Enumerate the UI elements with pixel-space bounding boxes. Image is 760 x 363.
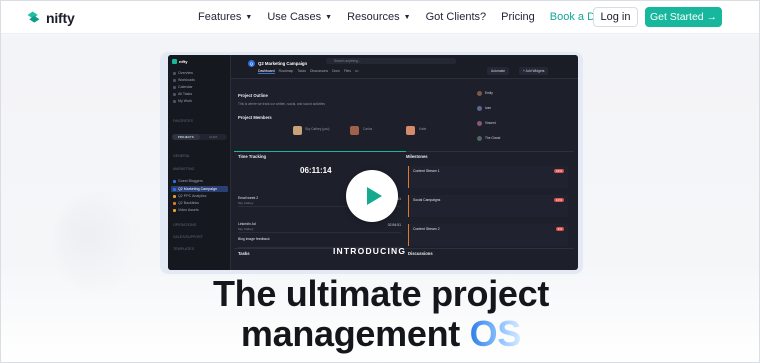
nifty-logo-icon (27, 11, 40, 23)
tasks-widget-title: Tasks (238, 251, 250, 256)
app-sidebar: nifty Overview Workloads Calendar All Ta… (168, 55, 231, 270)
activity-avatar (477, 91, 482, 96)
app-brand: nifty (172, 59, 187, 64)
timer-display: 06:11:14 (300, 166, 332, 175)
top-navbar: nifty Features ▼ Use Cases ▼ Resources ▼… (1, 1, 759, 34)
get-started-button[interactable]: Get Started → (645, 7, 722, 27)
member-name: Katie (419, 127, 427, 131)
app-nav-my-work: My Work (173, 99, 192, 103)
chevron-down-icon: ▼ (403, 13, 411, 21)
project-q2-marketing: Q2 Marketing Campaign (171, 186, 228, 192)
login-button[interactable]: Log in (593, 7, 638, 27)
product-video-card[interactable]: nifty Overview Workloads Calendar All Ta… (160, 52, 583, 274)
activity-name: Ivan (485, 106, 492, 110)
members-title: Project Members (238, 115, 272, 120)
nav-pricing[interactable]: Pricing (501, 11, 535, 23)
hero-headline-line1: The ultimate project (212, 273, 550, 314)
app-tabs: Dashboard Roadmap Tasks Discussions Docs File… (258, 69, 359, 74)
project-guest-bloggers: Guest Bloggers (173, 179, 203, 183)
milestone-card: Content Stream 1 16% (408, 166, 568, 188)
nav-features[interactable]: Features ▼ (198, 11, 252, 23)
activity-avatar (477, 121, 482, 126)
project-q2-ppc: Q2 PPC Analytics (173, 194, 206, 198)
marketing-label: MARKETING (173, 167, 195, 171)
hero-headline-line2: management OS (1, 313, 759, 354)
outline-text: This is where we track our written, soci… (238, 102, 325, 106)
brand-logo[interactable]: nifty (25, 9, 75, 26)
templates-label: TEMPLATES (173, 247, 195, 251)
project-q2-backlinks: Q2 Backlinks (173, 201, 199, 205)
general-label: GENERAL (173, 154, 191, 158)
hero-headline-accent: OS (469, 313, 522, 354)
app-project-title: Q Q2 Marketing Campaign (248, 60, 307, 67)
member-avatar (350, 126, 359, 135)
video-overlay-label: INTRODUCING (333, 246, 407, 256)
chevron-down-icon: ▼ (245, 13, 253, 21)
app-nav-calendar: Calendar (173, 85, 193, 89)
nav-features-label: Features (198, 11, 242, 23)
app-nav-overview: Overview (173, 71, 193, 75)
nav-got-clients[interactable]: Got Clients? (426, 11, 487, 23)
member-avatar (406, 126, 415, 135)
projects-chat-toggle: PROJECTS CHAT (172, 134, 227, 140)
activity-name: The Grand (485, 136, 501, 140)
milestone-card: Social Campaigns 10% (408, 195, 568, 217)
time-tracking-title: Time Tracking (238, 154, 267, 159)
project-video-assets: Video Assets (173, 208, 199, 212)
member-name: Sky Cathey (you) (305, 127, 330, 131)
play-icon (366, 187, 382, 205)
activity-avatar (477, 106, 482, 111)
member-name: Carlos (363, 127, 373, 131)
nav-use-cases-label: Use Cases (267, 11, 322, 23)
operations-label: OPERATIONS (173, 223, 197, 227)
app-search: Search anything... (326, 58, 456, 64)
hero-headline-prefix: management (240, 313, 470, 354)
brand-name: nifty (46, 9, 75, 26)
app-nav-all-tasks: All Tasks (173, 92, 192, 96)
activity-name: Emily (485, 91, 493, 95)
outline-title: Project Outline (238, 93, 268, 98)
nav-use-cases[interactable]: Use Cases ▼ (267, 11, 332, 23)
nav-links: Features ▼ Use Cases ▼ Resources ▼ Got C… (198, 11, 631, 23)
time-entry: LinkedIn Ad Sky Cathey 02:54:51 (238, 222, 401, 233)
discussions-widget-title: Discussions (408, 251, 433, 256)
activity-name: Vincent (485, 121, 496, 125)
milestones-title: Milestones (406, 154, 428, 159)
app-screenshot: nifty Overview Workloads Calendar All Ta… (168, 55, 578, 270)
app-automate-button: Automate (487, 67, 510, 75)
favorites-label: FAVORITES (173, 119, 193, 123)
page-frame: nifty Features ▼ Use Cases ▼ Resources ▼… (0, 0, 760, 363)
chevron-down-icon: ▼ (325, 13, 333, 21)
app-add-widgets-button: + Add Widgets (519, 67, 549, 75)
app-topbar: Q Q2 Marketing Campaign Search anything..… (231, 55, 578, 79)
sales-support-label: SALES/SUPPORT (173, 235, 203, 239)
app-nav-workloads: Workloads (173, 78, 195, 82)
nav-resources[interactable]: Resources ▼ (347, 11, 411, 23)
activity-avatar (477, 136, 482, 141)
milestone-card: Content Stream 2 4% (408, 224, 568, 246)
member-avatar (293, 126, 302, 135)
play-button[interactable] (346, 170, 398, 222)
nav-resources-label: Resources (347, 11, 400, 23)
time-tracking-accent (234, 151, 406, 152)
